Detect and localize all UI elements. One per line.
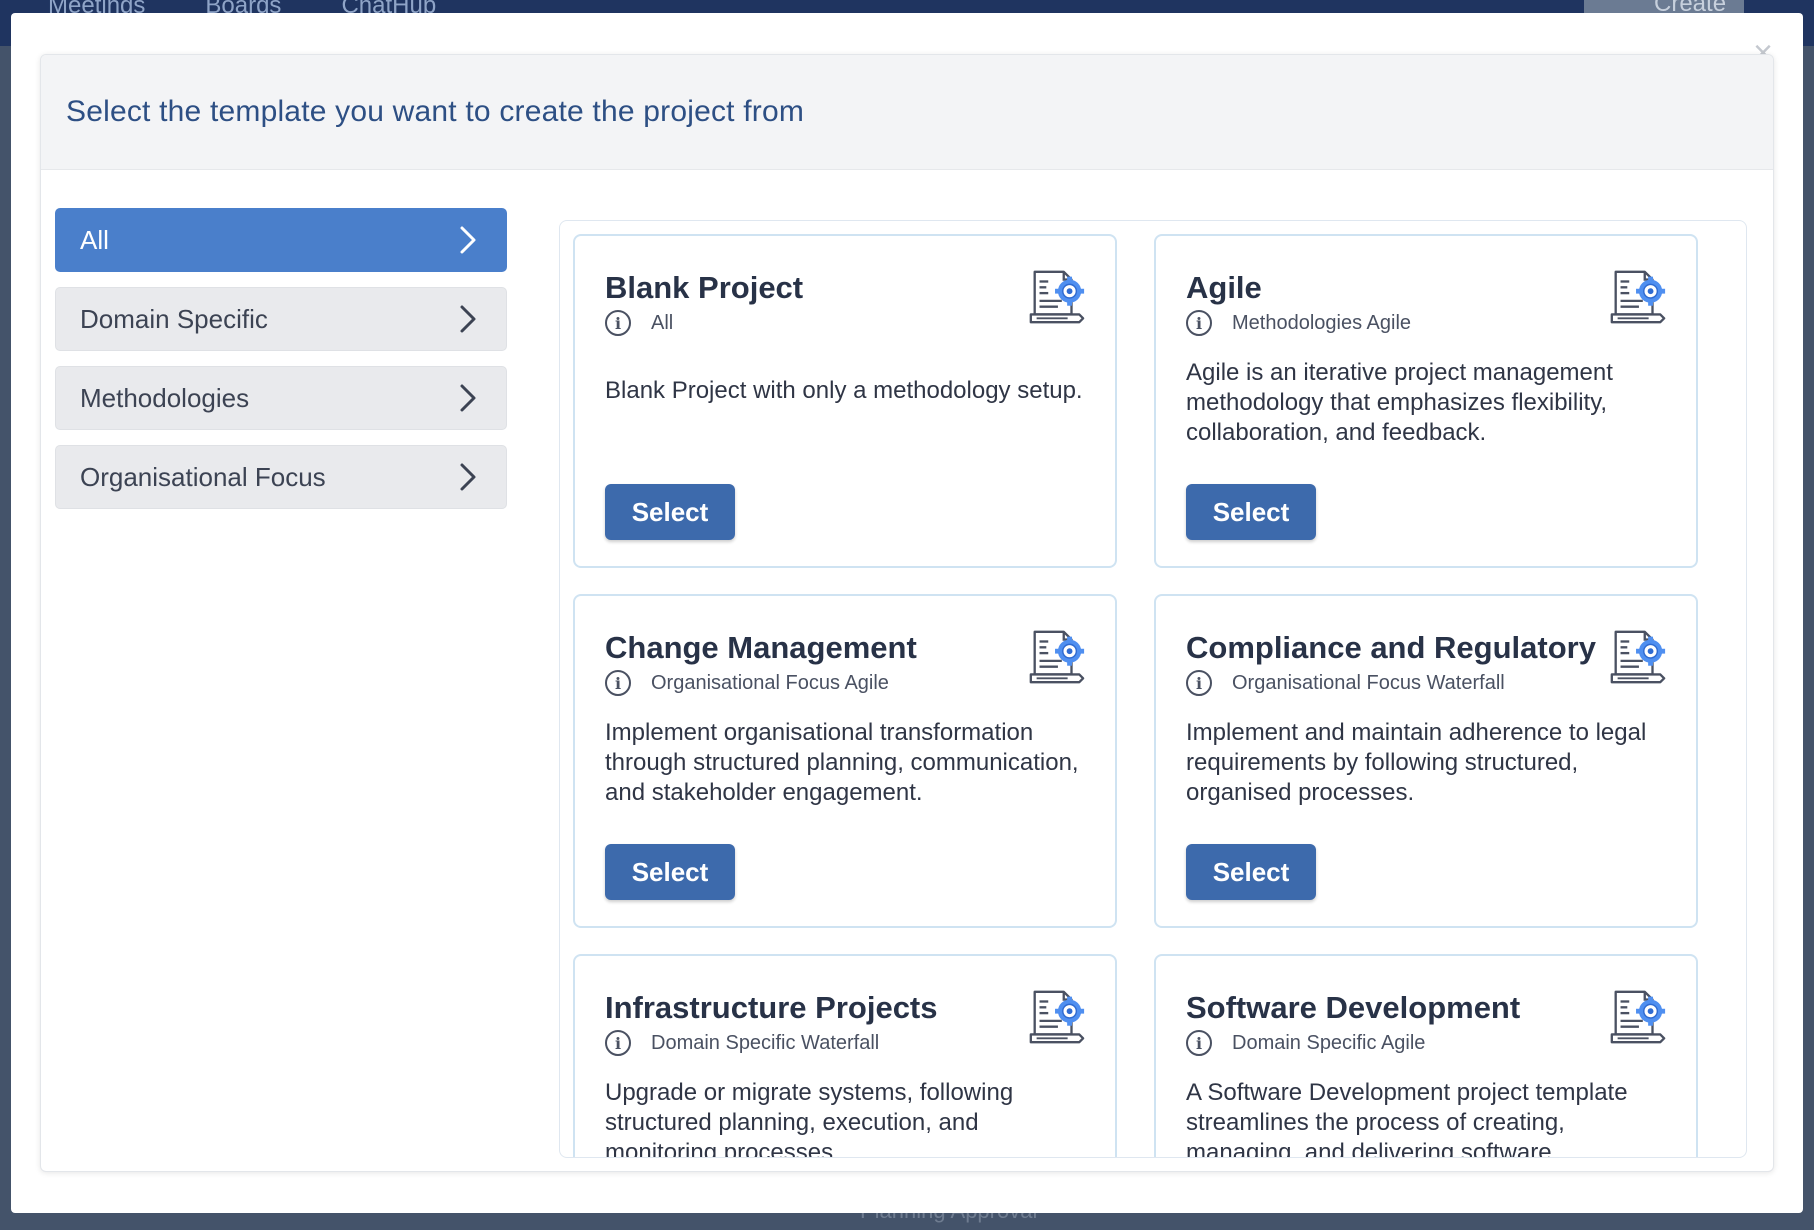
- info-icon[interactable]: i: [605, 670, 631, 696]
- template-modal: × Select the template you want to create…: [11, 13, 1803, 1213]
- page-title: Select the template you want to create t…: [66, 95, 805, 128]
- template-tag-text: Domain Specific Agile: [1232, 1031, 1426, 1054]
- template-description: Implement organisational transformation …: [605, 719, 1079, 806]
- category-list: All Domain Specific Methodologies Organi…: [55, 208, 507, 509]
- category-label: Methodologies: [80, 382, 250, 413]
- template-grid-container[interactable]: Blank Project i All Blank Project with o…: [559, 220, 1747, 1158]
- category-label: All: [80, 224, 109, 255]
- template-tag-text: Methodologies Agile: [1232, 311, 1412, 334]
- template-title: Agile: [1186, 270, 1262, 305]
- template-tags: i All: [605, 310, 1085, 336]
- template-card: Change Management i Organisational Focus…: [573, 594, 1117, 928]
- select-button[interactable]: Select: [605, 484, 735, 540]
- template-title: Compliance and Regulatory: [1186, 630, 1596, 665]
- chevron-right-icon: [460, 384, 476, 412]
- info-icon[interactable]: i: [1186, 670, 1212, 696]
- template-description: Blank Project with only a methodology se…: [605, 377, 1083, 404]
- template-card: Agile i Methodologies Agile Agile is an …: [1154, 234, 1698, 568]
- panel-header: Select the template you want to create t…: [41, 55, 1773, 170]
- template-title: Infrastructure Projects: [605, 990, 938, 1025]
- template-tags: i Domain Specific Agile: [1186, 1030, 1666, 1056]
- template-tags: i Organisational Focus Agile: [605, 670, 1085, 696]
- info-icon[interactable]: i: [605, 1030, 631, 1056]
- select-button[interactable]: Select: [1186, 844, 1316, 900]
- category-item-organisational-focus[interactable]: Organisational Focus: [55, 445, 507, 509]
- template-panel: Select the template you want to create t…: [40, 54, 1774, 1172]
- template-tag-text: Domain Specific Waterfall: [651, 1031, 880, 1054]
- template-description: Upgrade or migrate systems, following st…: [605, 1079, 1014, 1158]
- chevron-right-icon: [460, 226, 476, 254]
- info-icon[interactable]: i: [1186, 1030, 1212, 1056]
- template-description: Agile is an iterative project management…: [1186, 359, 1613, 446]
- category-label: Organisational Focus: [80, 461, 326, 492]
- template-grid: Blank Project i All Blank Project with o…: [573, 234, 1698, 1158]
- category-item-all[interactable]: All: [55, 208, 507, 272]
- template-title: Blank Project: [605, 270, 804, 305]
- chevron-right-icon: [460, 305, 476, 333]
- select-button[interactable]: Select: [605, 844, 735, 900]
- template-tags: i Organisational Focus Waterfall: [1186, 670, 1666, 696]
- category-item-domain-specific[interactable]: Domain Specific: [55, 287, 507, 351]
- template-document-gear-icon: [1029, 630, 1085, 684]
- template-tags: i Domain Specific Waterfall: [605, 1030, 1085, 1056]
- template-card: Compliance and Regulatory i Organisation…: [1154, 594, 1698, 928]
- select-button[interactable]: Select: [1186, 484, 1316, 540]
- chevron-right-icon: [460, 463, 476, 491]
- template-title: Change Management: [605, 630, 917, 665]
- info-icon[interactable]: i: [1186, 310, 1212, 336]
- template-tag-text: Organisational Focus Waterfall: [1232, 671, 1505, 694]
- template-card: Software Development i Domain Specific A…: [1154, 954, 1698, 1158]
- template-card: Infrastructure Projects i Domain Specifi…: [573, 954, 1117, 1158]
- template-document-gear-icon: [1610, 630, 1666, 684]
- template-card: Blank Project i All Blank Project with o…: [573, 234, 1117, 568]
- template-document-gear-icon: [1029, 990, 1085, 1044]
- category-label: Domain Specific: [80, 303, 268, 334]
- template-tags: i Methodologies Agile: [1186, 310, 1666, 336]
- template-description: Implement and maintain adherence to lega…: [1186, 719, 1647, 806]
- template-tag-text: Organisational Focus Agile: [651, 671, 889, 694]
- template-document-gear-icon: [1610, 270, 1666, 324]
- template-title: Software Development: [1186, 990, 1521, 1025]
- info-icon[interactable]: i: [605, 310, 631, 336]
- template-description: A Software Development project template …: [1186, 1079, 1628, 1158]
- template-tag-text: All: [651, 311, 674, 334]
- template-document-gear-icon: [1029, 270, 1085, 324]
- template-document-gear-icon: [1610, 990, 1666, 1044]
- category-item-methodologies[interactable]: Methodologies: [55, 366, 507, 430]
